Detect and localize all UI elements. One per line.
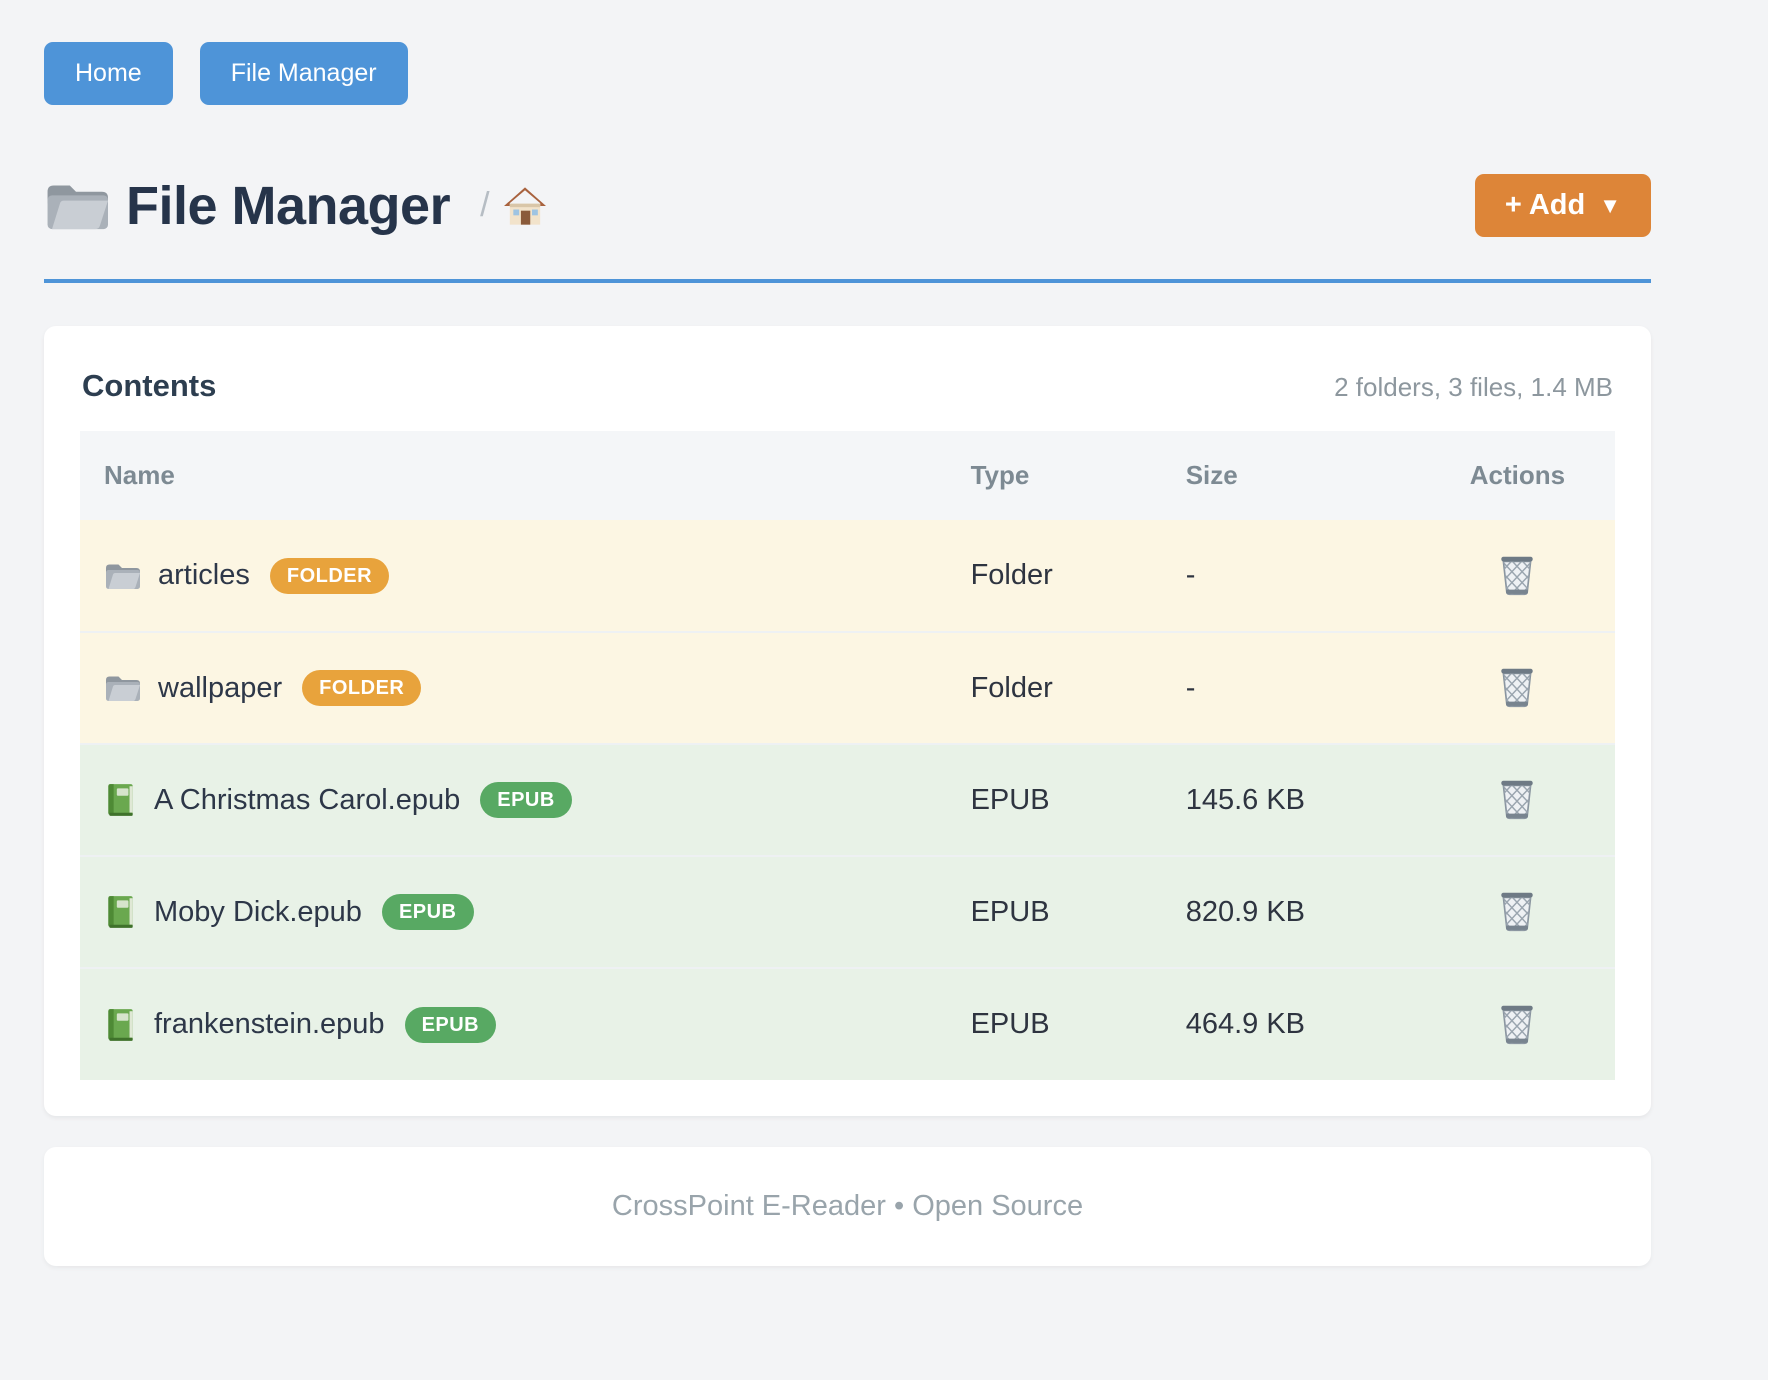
folder-icon <box>44 178 108 234</box>
table-row: A Christmas Carol.epub EPUB EPUB 145.6 K… <box>80 744 1615 856</box>
type-badge: EPUB <box>480 782 572 818</box>
add-button-label: + Add <box>1505 189 1585 222</box>
book-icon <box>104 894 136 930</box>
type-badge: FOLDER <box>302 670 421 706</box>
folder-icon <box>104 673 140 703</box>
name-cell: frankenstein.epub EPUB <box>80 968 955 1080</box>
file-name[interactable]: Moby Dick.epub <box>154 896 362 929</box>
type-cell: Folder <box>955 632 1170 744</box>
name-cell: A Christmas Carol.epub EPUB <box>80 744 955 856</box>
type-cell: EPUB <box>955 744 1170 856</box>
type-cell: EPUB <box>955 856 1170 968</box>
column-header-name: Name <box>80 431 955 520</box>
column-header-size: Size <box>1170 431 1420 520</box>
contents-heading: Contents <box>82 368 216 404</box>
name-cell: articles FOLDER <box>80 520 955 632</box>
folder-icon <box>104 561 140 591</box>
breadcrumb-separator: / <box>480 186 489 225</box>
delete-button[interactable] <box>1494 771 1540 825</box>
footer: CrossPoint E-Reader • Open Source <box>44 1147 1651 1266</box>
delete-button[interactable] <box>1494 883 1540 937</box>
size-cell: 145.6 KB <box>1170 744 1420 856</box>
page-title: File Manager <box>126 175 450 237</box>
name-cell: Moby Dick.epub EPUB <box>80 856 955 968</box>
file-name[interactable]: wallpaper <box>158 672 282 705</box>
add-button[interactable]: + Add ▼ <box>1475 174 1651 237</box>
actions-cell <box>1420 632 1615 744</box>
actions-cell <box>1420 520 1615 632</box>
book-icon <box>104 1007 136 1043</box>
actions-cell <box>1420 744 1615 856</box>
type-cell: Folder <box>955 520 1170 632</box>
size-cell: - <box>1170 632 1420 744</box>
file-name[interactable]: A Christmas Carol.epub <box>154 784 460 817</box>
size-cell: 820.9 KB <box>1170 856 1420 968</box>
table-row: frankenstein.epub EPUB EPUB 464.9 KB <box>80 968 1615 1080</box>
home-button[interactable]: Home <box>44 42 173 105</box>
top-nav: Home File Manager <box>44 42 1651 105</box>
column-header-type: Type <box>955 431 1170 520</box>
size-cell: 464.9 KB <box>1170 968 1420 1080</box>
contents-header: Contents 2 folders, 3 files, 1.4 MB <box>80 362 1615 404</box>
actions-cell <box>1420 856 1615 968</box>
type-cell: EPUB <box>955 968 1170 1080</box>
title-divider <box>44 279 1651 283</box>
delete-button[interactable] <box>1494 996 1540 1050</box>
delete-button[interactable] <box>1494 659 1540 713</box>
file-table-body: articles FOLDER Folder - <box>80 520 1615 1080</box>
footer-text: CrossPoint E-Reader • Open Source <box>612 1190 1083 1223</box>
file-manager-button[interactable]: File Manager <box>200 42 408 105</box>
size-cell: - <box>1170 520 1420 632</box>
page-header: File Manager / + Add ▼ <box>44 174 1651 237</box>
file-name[interactable]: articles <box>158 559 250 592</box>
table-row: Moby Dick.epub EPUB EPUB 820.9 KB <box>80 856 1615 968</box>
contents-summary: 2 folders, 3 files, 1.4 MB <box>1334 372 1613 403</box>
type-badge: EPUB <box>382 894 474 930</box>
actions-cell <box>1420 968 1615 1080</box>
contents-card: Contents 2 folders, 3 files, 1.4 MB Name… <box>44 326 1651 1116</box>
table-row: wallpaper FOLDER Folder - <box>80 632 1615 744</box>
column-header-actions: Actions <box>1420 431 1615 520</box>
delete-button[interactable] <box>1494 547 1540 601</box>
home-icon[interactable] <box>504 186 546 226</box>
file-name[interactable]: frankenstein.epub <box>154 1008 385 1041</box>
page: Home File Manager File Manager / + Add <box>0 0 1768 1266</box>
chevron-down-icon: ▼ <box>1599 193 1621 219</box>
file-table: Name Type Size Actions <box>80 431 1615 1080</box>
book-icon <box>104 782 136 818</box>
type-badge: EPUB <box>405 1007 497 1043</box>
type-badge: FOLDER <box>270 558 389 594</box>
table-row: articles FOLDER Folder - <box>80 520 1615 632</box>
name-cell: wallpaper FOLDER <box>80 632 955 744</box>
table-header-row: Name Type Size Actions <box>80 431 1615 520</box>
